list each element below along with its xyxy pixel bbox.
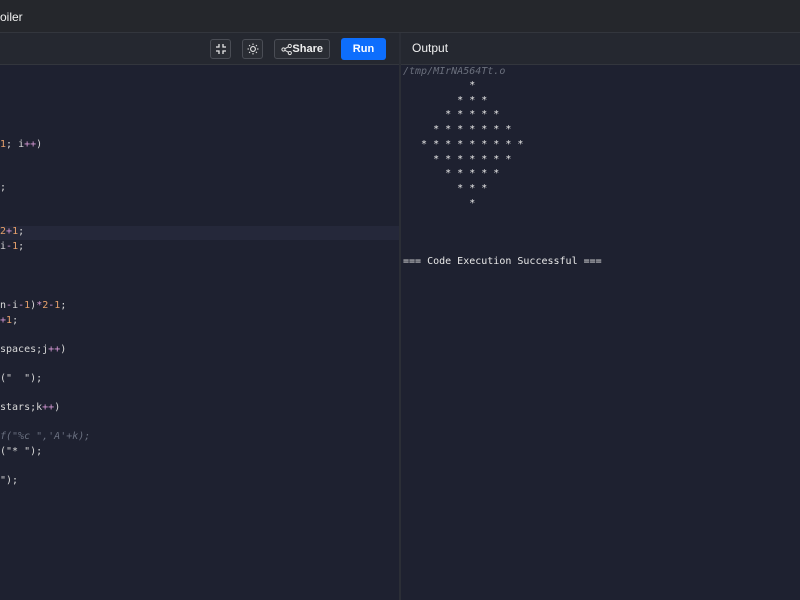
sun-icon <box>247 43 258 55</box>
code-token: ; <box>18 226 25 237</box>
code-token: ++ <box>48 344 61 355</box>
code-token: ) <box>36 139 43 150</box>
output-line: * * * <box>403 182 488 194</box>
output-panel: /tmp/MIrNA564Tt.o * * * * * * * * * * * … <box>401 65 800 600</box>
output-line: * * * * * <box>403 109 500 121</box>
output-line: * * * * * * * <box>403 124 512 136</box>
code-line: stars;k++) <box>0 401 60 415</box>
code-token: ("* "); <box>0 446 43 457</box>
code-line: (" "); <box>0 372 42 386</box>
output-line: * * * * * * * <box>403 153 512 165</box>
code-token: ; i <box>6 139 25 150</box>
code-token: (" "); <box>0 373 43 384</box>
active-line-highlight <box>0 226 399 240</box>
code-line: f("%c ",'A'+k); <box>0 430 90 444</box>
code-token: ; <box>18 241 25 252</box>
code-editor[interactable]: 1; i++); 2+1; i-1; n-i-1)*2-1; +1; spaces;j++… <box>0 65 399 600</box>
output-line: * * * * * <box>403 168 500 180</box>
share-label: Share <box>292 43 323 55</box>
code-line: spaces;j++) <box>0 343 66 357</box>
code-token: f("%c ",'A'+k); <box>0 431 91 442</box>
output-line: * <box>403 197 476 209</box>
run-button[interactable]: Run <box>341 38 386 60</box>
code-line: "); <box>0 474 18 488</box>
code-line: i-1; <box>0 240 24 254</box>
output-file-path: /tmp/MIrNA564Tt.o <box>403 66 506 77</box>
output-line: * * * * * * * * * <box>403 138 524 150</box>
code-line: 2+1; <box>0 225 24 239</box>
app-title: oiler <box>0 10 23 24</box>
code-token: spaces;j <box>0 344 49 355</box>
code-token: ; <box>60 300 67 311</box>
code-line: ; <box>0 181 6 195</box>
output-title: Output <box>412 41 449 55</box>
top-bar: oiler <box>0 0 800 33</box>
code-line: 1; i++) <box>0 138 42 152</box>
theme-toggle-button[interactable] <box>242 39 263 59</box>
code-line: +1; <box>0 314 18 328</box>
code-token: ) <box>60 344 67 355</box>
exit-fullscreen-button[interactable] <box>210 39 231 59</box>
output-header: Output <box>401 33 800 65</box>
editor-toolbar: Share Run <box>0 33 400 65</box>
code-token: "); <box>0 475 19 486</box>
output-line: * * * <box>403 94 488 106</box>
code-line: n-i-1)*2-1; <box>0 299 66 313</box>
code-token: ) <box>54 402 61 413</box>
code-token: ; <box>0 182 7 193</box>
share-button[interactable]: Share <box>274 39 330 59</box>
collapse-icon <box>215 44 226 54</box>
share-icon <box>281 43 292 55</box>
code-token: ; <box>12 315 19 326</box>
code-token: stars;k <box>0 402 43 413</box>
output-line: === Code Execution Successful === <box>403 256 602 268</box>
code-token: ++ <box>24 139 37 150</box>
code-line: ("* "); <box>0 445 42 459</box>
code-token: ++ <box>42 402 55 413</box>
output-line: * <box>403 80 476 91</box>
